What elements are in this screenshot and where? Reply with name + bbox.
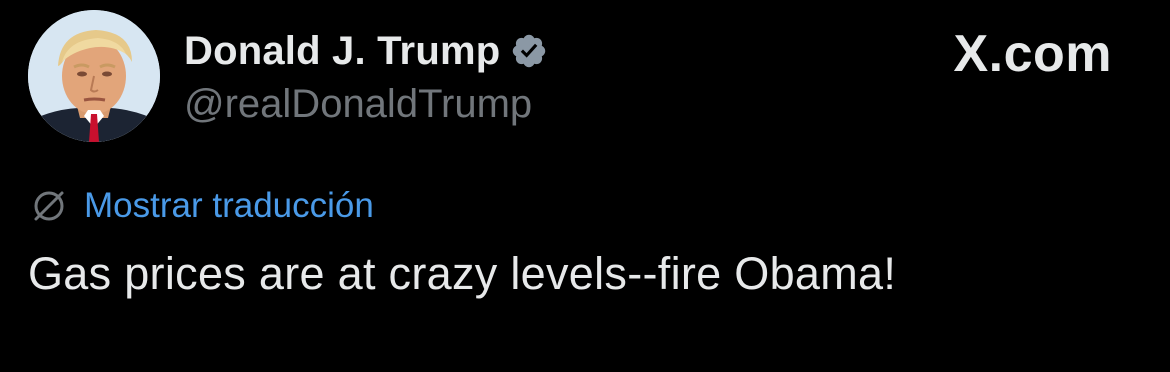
tweet-text: Gas prices are at crazy levels--fire Oba… [28, 248, 897, 299]
author-handle[interactable]: @realDonaldTrump [184, 82, 532, 127]
show-translation-link[interactable]: Mostrar traducción [30, 184, 374, 228]
author-display-name[interactable]: Donald J. Trump [184, 29, 500, 74]
translate-globe-icon [30, 187, 68, 225]
author-name-row: Donald J. Trump [184, 26, 548, 76]
profile-photo-icon [28, 10, 160, 142]
avatar[interactable] [28, 10, 160, 142]
brand-label: X.com [953, 25, 1112, 83]
show-translation-label[interactable]: Mostrar traducción [84, 186, 374, 226]
verified-badge-icon [510, 32, 548, 70]
